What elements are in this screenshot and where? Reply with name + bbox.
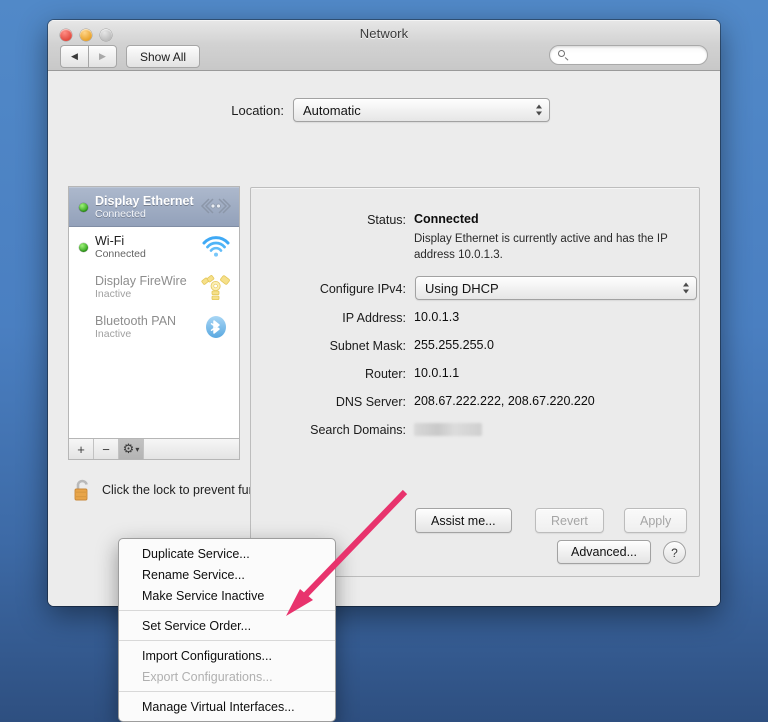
- services-toolbar: + − ⚙ ▾: [68, 438, 240, 460]
- service-status: Connected: [95, 208, 146, 221]
- window-titlebar: Network ◀ ▶ Show All: [48, 20, 720, 71]
- configure-ipv4-popup-button[interactable]: Using DHCP: [415, 276, 697, 300]
- status-label: Status:: [367, 213, 406, 227]
- unlocked-padlock-icon[interactable]: [70, 475, 96, 505]
- ip-address-row: IP Address: 10.0.1.3: [251, 310, 699, 325]
- service-name: Bluetooth PAN: [95, 313, 177, 328]
- status-value: Connected: [414, 212, 479, 226]
- menu-item-import-configurations[interactable]: Import Configurations...: [119, 645, 335, 666]
- sidebar-item-wifi[interactable]: Wi-Fi Connected: [69, 227, 239, 267]
- service-name: Wi-Fi: [95, 233, 125, 248]
- service-status: Inactive: [95, 288, 132, 301]
- window-body: Location: Automatic Display Ethernet Con…: [48, 71, 720, 606]
- advanced-button[interactable]: Advanced...: [556, 540, 651, 564]
- dns-server-row: DNS Server: 208.67.222.222, 208.67.220.2…: [251, 394, 699, 409]
- status-dot-none: [79, 283, 88, 292]
- subnet-mask-value: 255.255.255.0: [414, 338, 494, 352]
- status-dot-none: [79, 323, 88, 332]
- configure-ipv4-value: Using DHCP: [425, 280, 499, 296]
- firewire-icon: [199, 272, 233, 302]
- assist-me-button[interactable]: Assist me...: [415, 508, 512, 533]
- window-title: Network: [359, 26, 409, 41]
- search-domains-row: Search Domains:: [251, 422, 699, 437]
- status-dot-green: [79, 242, 88, 252]
- bluetooth-icon: [199, 312, 233, 342]
- menu-item-rename-service[interactable]: Rename Service...: [119, 564, 335, 585]
- location-value: Automatic: [303, 102, 361, 118]
- configure-ipv4-row: Configure IPv4: Using DHCP: [251, 276, 699, 300]
- menu-separator: [119, 610, 335, 611]
- gear-icon: ⚙: [122, 441, 135, 456]
- network-preferences-window: Network ◀ ▶ Show All Location: Automatic…: [48, 20, 720, 606]
- menu-item-export-configurations: Export Configurations...: [142, 669, 273, 684]
- ip-address-value: 10.0.1.3: [414, 310, 460, 324]
- service-name: Display Ethernet: [95, 193, 194, 208]
- apply-button: Apply: [624, 508, 688, 533]
- location-label: Location:: [231, 102, 284, 118]
- forward-button[interactable]: ▶: [88, 45, 117, 68]
- dns-server-value: 208.67.222.222, 208.67.220.220: [414, 394, 595, 408]
- help-button[interactable]: ?: [663, 541, 686, 564]
- navigation-buttons: ◀ ▶: [60, 45, 117, 68]
- gear-context-menu[interactable]: Duplicate Service... Rename Service... M…: [118, 538, 336, 722]
- sidebar-item-display-ethernet[interactable]: Display Ethernet Connected: [69, 187, 239, 227]
- chevron-down-icon: ▾: [135, 444, 140, 454]
- location-popup-button[interactable]: Automatic: [293, 98, 550, 122]
- back-button[interactable]: ◀: [60, 45, 88, 68]
- status-row: Status: Connected: [251, 212, 699, 227]
- sidebar-item-bluetooth-pan[interactable]: Bluetooth PAN Inactive: [69, 307, 239, 347]
- chevron-updown-icon: [536, 104, 542, 116]
- configure-ipv4-label: Configure IPv4:: [319, 281, 406, 296]
- service-status: Connected: [95, 248, 146, 261]
- menu-item-set-service-order[interactable]: Set Service Order...: [119, 615, 335, 636]
- subnet-mask-row: Subnet Mask: 255.255.255.0: [251, 338, 699, 353]
- wifi-icon: [199, 232, 233, 262]
- gear-menu-button[interactable]: ⚙ ▾: [119, 439, 144, 459]
- ip-address-label: IP Address:: [342, 311, 406, 325]
- search-domains-label: Search Domains:: [310, 423, 406, 437]
- router-row: Router: 10.0.1.1: [251, 366, 699, 381]
- search-icon: [558, 49, 569, 61]
- location-row: Location: Automatic: [48, 98, 720, 122]
- toolbar-filler: [144, 439, 239, 459]
- service-status: Inactive: [95, 328, 132, 341]
- status-dot-green: [79, 202, 88, 212]
- router-label: Router:: [365, 367, 406, 381]
- dns-server-label: DNS Server:: [335, 395, 406, 409]
- router-value: 10.0.1.1: [414, 366, 460, 380]
- show-all-button[interactable]: Show All: [126, 45, 201, 68]
- menu-separator: [119, 640, 335, 641]
- network-services-list[interactable]: Display Ethernet Connected Wi-Fi Connect…: [68, 186, 240, 438]
- menu-item-duplicate-service[interactable]: Duplicate Service...: [119, 543, 335, 564]
- status-description: Display Ethernet is currently active and…: [414, 233, 668, 261]
- menu-item-manage-virtual-interfaces[interactable]: Manage Virtual Interfaces...: [119, 696, 335, 717]
- chevron-updown-icon: [683, 282, 689, 294]
- subnet-mask-label: Subnet Mask:: [329, 339, 406, 353]
- add-service-button[interactable]: +: [69, 439, 94, 459]
- remove-service-button[interactable]: −: [94, 439, 119, 459]
- search-input[interactable]: [573, 47, 703, 63]
- menu-separator: [119, 691, 335, 692]
- menu-item-make-service-inactive[interactable]: Make Service Inactive: [119, 585, 335, 606]
- ethernet-icon: [199, 192, 233, 222]
- search-domains-value-redacted: [414, 423, 482, 436]
- search-field[interactable]: [549, 45, 708, 65]
- sidebar-item-display-firewire[interactable]: Display FireWire Inactive: [69, 267, 239, 307]
- service-name: Display FireWire: [95, 273, 187, 288]
- revert-button: Revert: [535, 508, 604, 533]
